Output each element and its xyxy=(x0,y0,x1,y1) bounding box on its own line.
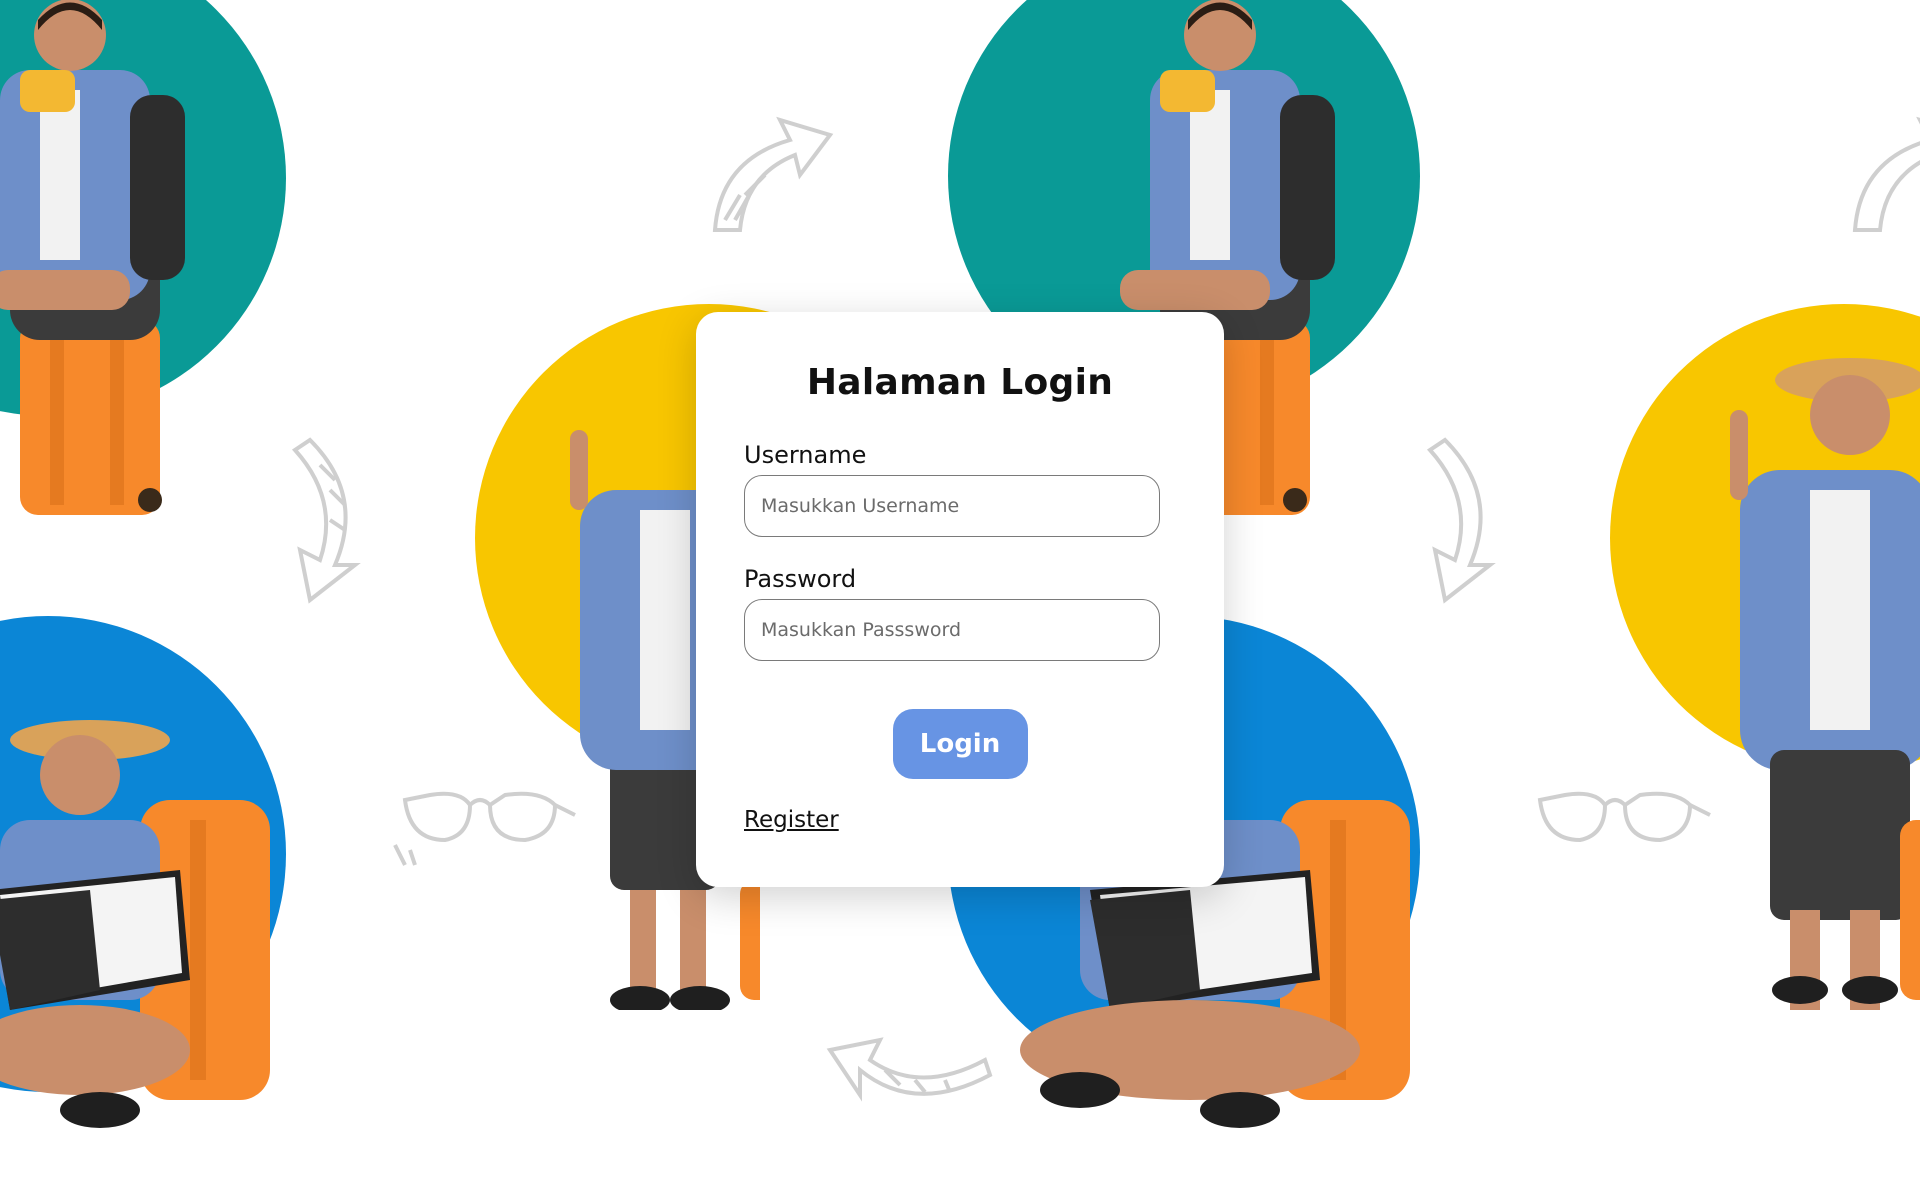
register-link[interactable]: Register xyxy=(744,807,839,833)
arrow-doodle xyxy=(826,1037,993,1102)
traveler-pointing-image xyxy=(1730,358,1920,1010)
arrow-doodle xyxy=(1852,116,1920,232)
arrow-doodle xyxy=(712,116,834,232)
traveler-reading-image xyxy=(0,720,270,1128)
login-card: Halaman Login Username Password Login Re… xyxy=(696,312,1224,887)
login-button-container: Login xyxy=(744,709,1160,779)
username-input[interactable] xyxy=(744,475,1160,537)
traveler-with-cup-image xyxy=(0,0,185,515)
arrow-doodle xyxy=(291,437,361,604)
login-button[interactable]: Login xyxy=(892,709,1028,779)
arrow-doodle xyxy=(1426,437,1496,604)
password-input[interactable] xyxy=(744,599,1160,661)
sunglasses-doodle xyxy=(1537,791,1711,843)
page-title: Halaman Login xyxy=(806,362,1114,403)
password-label: Password xyxy=(744,565,857,593)
username-label: Username xyxy=(744,441,867,469)
sunglasses-doodle xyxy=(393,791,576,866)
